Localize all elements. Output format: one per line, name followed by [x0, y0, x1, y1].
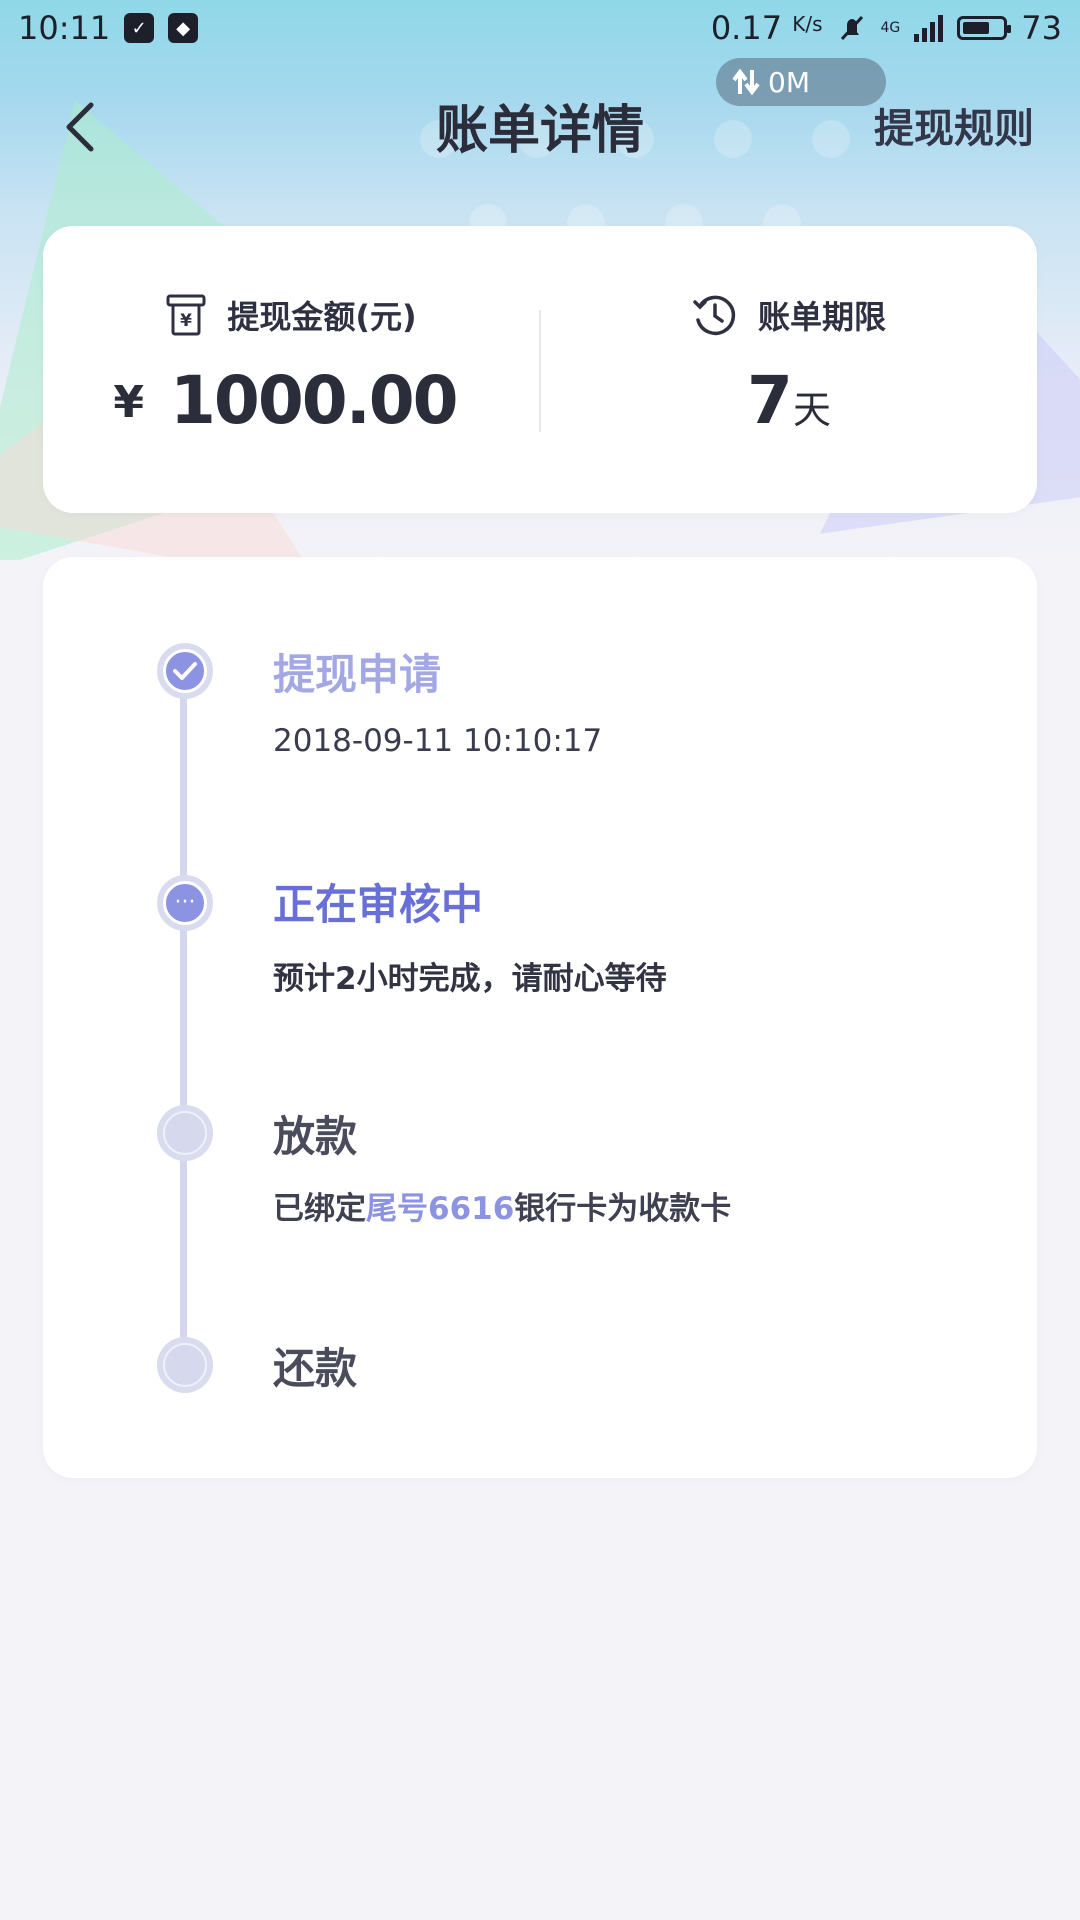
step-node-done: [157, 643, 213, 699]
battery-icon: [957, 16, 1012, 40]
clock-history-icon: [693, 295, 736, 336]
term-section: 账单期限 7天: [541, 226, 1037, 513]
ellipsis-icon: ···: [163, 881, 207, 925]
amount-value: 1000.00: [170, 362, 459, 439]
timeline-line: [180, 697, 187, 1387]
shield-notification-icon: ✓: [124, 13, 155, 43]
atm-cash-icon: ¥: [166, 294, 206, 336]
battery-level: 73: [1021, 9, 1062, 47]
svg-text:¥: ¥: [180, 311, 192, 331]
card-tail-number: 尾号6616: [366, 1191, 515, 1227]
progress-timeline-card: 提现申请 2018-09-11 10:10:17 ··· 正在审核中 预计2小时…: [43, 557, 1037, 1478]
term-label: 账单期限: [757, 298, 886, 336]
nav-bar: 账单详情 提现规则: [0, 80, 1080, 180]
check-icon: [173, 662, 197, 680]
step-subtitle: 已绑定尾号6616银行卡为收款卡: [273, 1191, 732, 1227]
battery-fill: [963, 22, 990, 34]
bell-muted-icon: [837, 13, 867, 43]
amount-section: ¥ 提现金额(元) ¥1000.00: [43, 226, 539, 513]
qq-notification-icon: ◆: [168, 13, 199, 43]
withdraw-rules-link[interactable]: 提现规则: [874, 96, 1034, 154]
step-title: 提现申请: [273, 650, 442, 699]
step-timestamp: 2018-09-11 10:10:17: [273, 723, 603, 759]
network-type: 4G: [880, 20, 901, 36]
amount-label: 提现金额(元): [227, 298, 417, 336]
term-value: 7: [747, 362, 793, 439]
signal-icon: [914, 14, 944, 42]
net-speed: 0.17 K/s: [710, 9, 823, 47]
bill-summary-card: ¥ 提现金额(元) ¥1000.00 账单期限 7天: [43, 226, 1037, 513]
step-title: 放款: [273, 1112, 358, 1161]
amount-currency: ¥: [113, 377, 144, 428]
clock: 10:11: [18, 9, 111, 47]
step-title: 正在审核中: [273, 880, 484, 929]
step-subtitle: 预计2小时完成，请耐心等待: [273, 961, 667, 997]
step-node-pending: [157, 1337, 213, 1393]
status-bar: 10:11 ✓ ◆ 0.17 K/s 4G 73: [0, 0, 1080, 56]
step-node-pending: [157, 1105, 213, 1161]
step-title: 还款: [273, 1344, 358, 1393]
term-unit: 天: [792, 388, 831, 432]
step-node-active: ···: [157, 875, 213, 931]
